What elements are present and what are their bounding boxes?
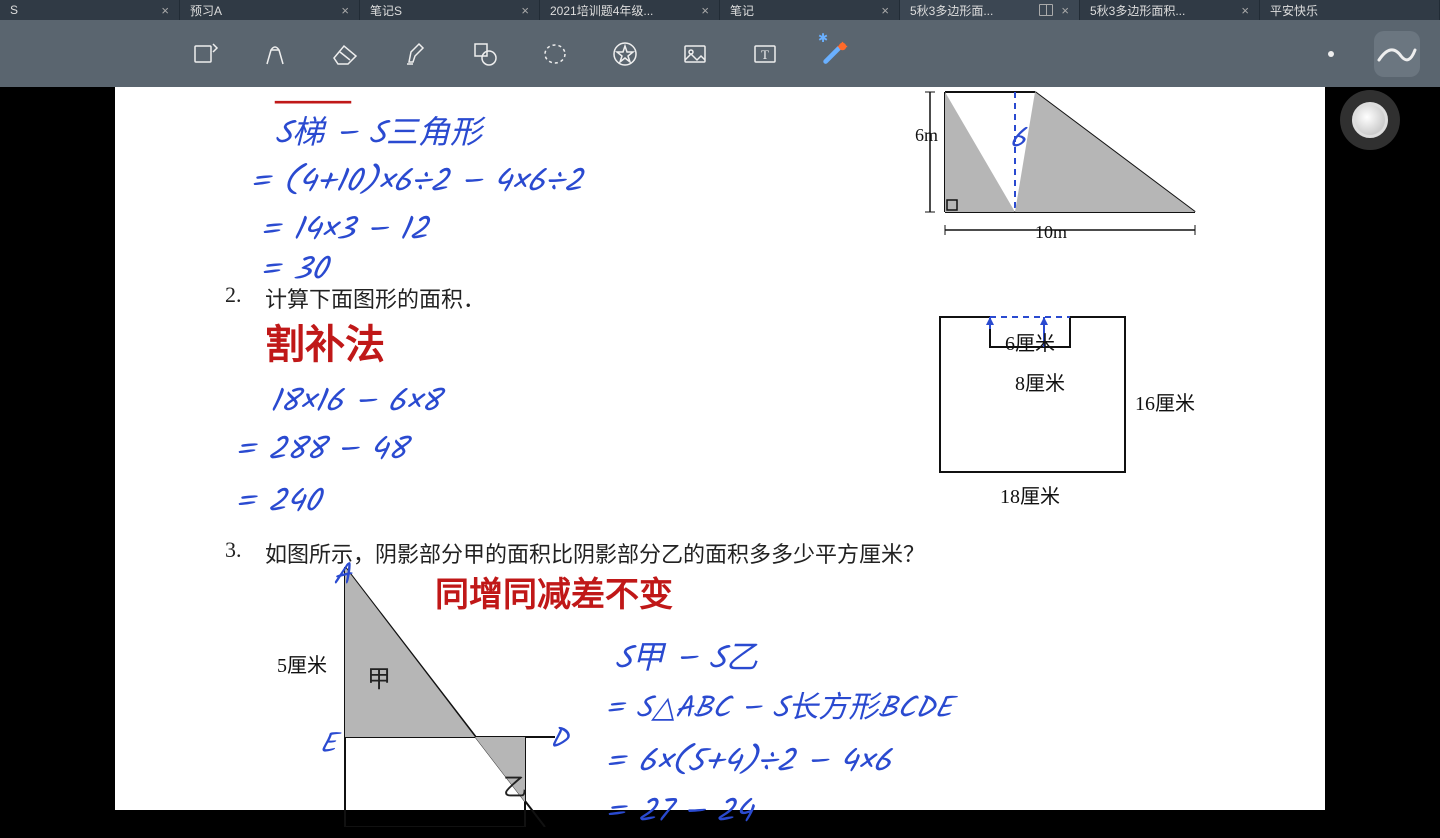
tab-item-happy[interactable]: 平安快乐 bbox=[1260, 0, 1440, 20]
tab-item-preview-a[interactable]: 预习A × bbox=[180, 0, 360, 20]
tab-label: 平安快乐 bbox=[1270, 2, 1318, 19]
problem-number: 2. bbox=[225, 282, 242, 308]
hw-line: = 6×(5+4)÷2 − 4×6 bbox=[605, 737, 891, 788]
dim-10m: 10m bbox=[1035, 222, 1067, 243]
tab-label: 预习A bbox=[190, 2, 222, 19]
hw-line: S甲 − S乙 bbox=[615, 632, 758, 685]
laser-icon[interactable]: ✱ bbox=[820, 39, 850, 69]
dim-18cm: 18厘米 bbox=[1000, 480, 1060, 509]
close-icon[interactable]: × bbox=[161, 3, 169, 18]
label-E: E bbox=[320, 722, 336, 767]
tab-item-active[interactable]: 5秋3多边形面... × bbox=[900, 0, 1080, 20]
close-icon[interactable]: × bbox=[881, 3, 889, 18]
hw-inner-6: 6 bbox=[1010, 117, 1026, 162]
stamp-icon[interactable] bbox=[610, 39, 640, 69]
diagram-triangles bbox=[315, 567, 575, 827]
problem-number: 3. bbox=[225, 537, 242, 563]
close-icon[interactable]: × bbox=[341, 3, 349, 18]
hw-line: S梯 − S三角形 bbox=[275, 107, 482, 160]
close-icon[interactable]: × bbox=[701, 3, 709, 18]
page-wrapper: —— S梯 − S三角形 = (4+10)×6÷2 − 4×6÷2 = 14×3… bbox=[0, 87, 1440, 810]
hw-line: = S△ABC − S长方形BCDE bbox=[605, 682, 952, 733]
tab-item-notes-s[interactable]: 笔记S × bbox=[360, 0, 540, 20]
tab-item-polygon2[interactable]: 5秋3多边形面积... × bbox=[1080, 0, 1260, 20]
tab-label: 5秋3多边形面积... bbox=[1090, 2, 1185, 19]
label-D: D bbox=[550, 717, 568, 762]
hw-line: = (4+10)×6÷2 − 4×6÷2 bbox=[250, 157, 582, 208]
hw-line: = 27 − 24 bbox=[605, 787, 752, 838]
hw-line: = 240 bbox=[235, 477, 320, 528]
label-A: A bbox=[333, 552, 351, 600]
problem-text: 计算下面图形的面积． bbox=[265, 282, 485, 314]
tab-item-training[interactable]: 2021培训题4年级... × bbox=[540, 0, 720, 20]
pen-icon[interactable] bbox=[260, 39, 290, 69]
dim-16cm: 16厘米 bbox=[1135, 387, 1195, 416]
tab-bar: S × 预习A × 笔记S × 2021培训题4年级... × 笔记 × 5秋3… bbox=[0, 0, 1440, 20]
toolbar: T ✱ bbox=[0, 20, 1440, 87]
hw-line: = 288 − 48 bbox=[235, 425, 407, 476]
shapes-icon[interactable] bbox=[470, 39, 500, 69]
label-jia: 甲 bbox=[367, 659, 391, 694]
eraser-icon[interactable] bbox=[330, 39, 360, 69]
lasso-icon[interactable] bbox=[540, 39, 570, 69]
method-red: 割补法 bbox=[265, 312, 385, 370]
split-view-icon[interactable] bbox=[1039, 4, 1053, 16]
tab-item-notes[interactable]: 笔记 × bbox=[720, 0, 900, 20]
tab-item-s[interactable]: S × bbox=[0, 0, 180, 20]
home-icon bbox=[1352, 102, 1388, 138]
highlighter-icon[interactable] bbox=[400, 39, 430, 69]
close-icon[interactable]: × bbox=[1061, 3, 1069, 18]
svg-text:T: T bbox=[761, 47, 769, 62]
close-icon[interactable]: × bbox=[1241, 3, 1249, 18]
assistive-touch-button[interactable] bbox=[1340, 90, 1400, 150]
dim-6m: 6m bbox=[915, 125, 938, 146]
close-icon[interactable]: × bbox=[521, 3, 529, 18]
dim-8cm: 8厘米 bbox=[1015, 367, 1065, 396]
tab-label: 笔记 bbox=[730, 2, 754, 19]
label-yi: 乙 bbox=[503, 767, 527, 802]
text-icon[interactable]: T bbox=[750, 39, 780, 69]
tab-label: 笔记S bbox=[370, 2, 402, 19]
tab-label: 5秋3多边形面... bbox=[910, 2, 993, 19]
dim-6cm: 6厘米 bbox=[1005, 327, 1055, 356]
rotate-icon[interactable] bbox=[190, 39, 220, 69]
color-dot[interactable] bbox=[1328, 51, 1334, 57]
dim-5cm: 5厘米 bbox=[277, 649, 327, 678]
stroke-preview[interactable] bbox=[1374, 31, 1420, 77]
image-icon[interactable] bbox=[680, 39, 710, 69]
hw-line: 18×16 − 6×8 bbox=[270, 377, 440, 428]
document-page[interactable]: —— S梯 − S三角形 = (4+10)×6÷2 − 4×6÷2 = 14×3… bbox=[115, 87, 1325, 810]
tab-label: 2021培训题4年级... bbox=[550, 2, 653, 19]
problem-text: 如图所示，阴影部分甲的面积比阴影部分乙的面积多多少平方厘米？ bbox=[265, 537, 925, 569]
tab-label: S bbox=[10, 3, 18, 17]
